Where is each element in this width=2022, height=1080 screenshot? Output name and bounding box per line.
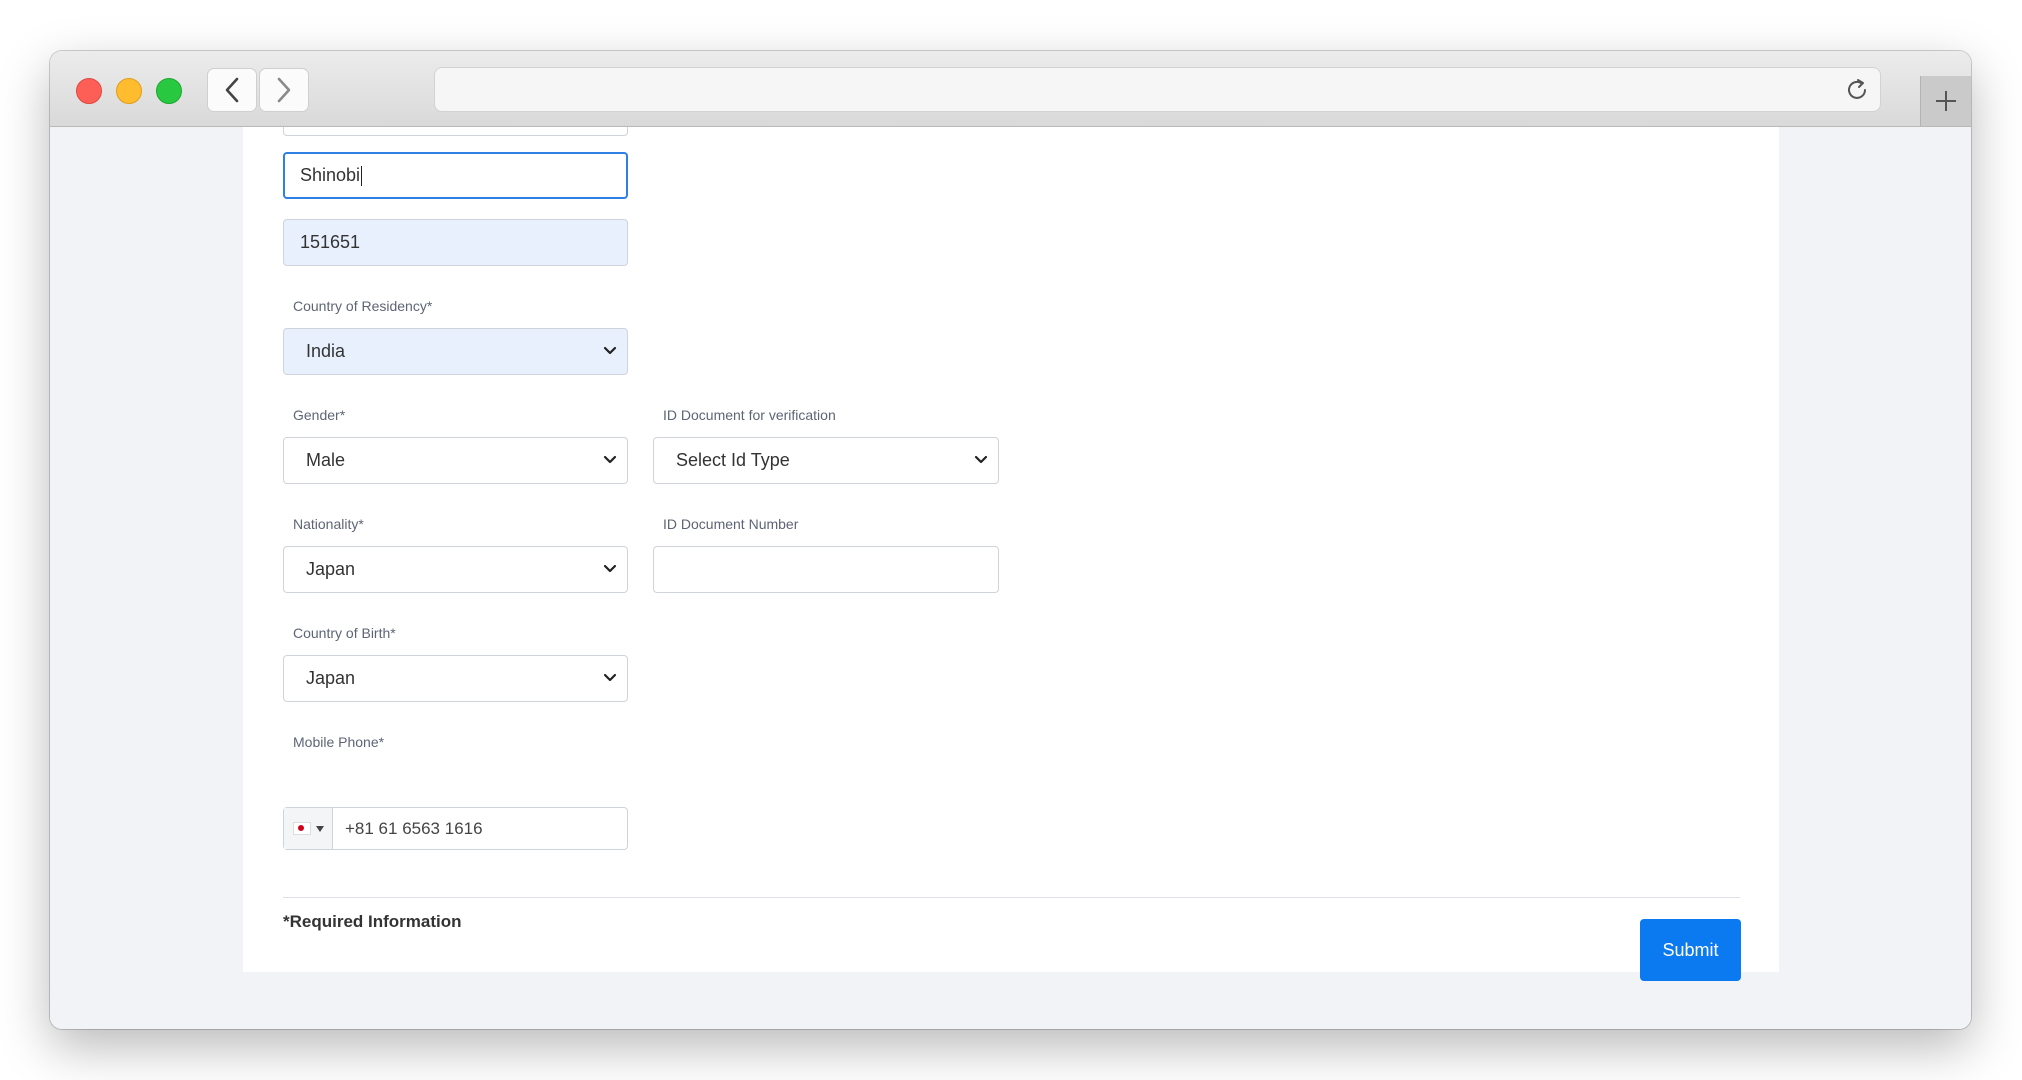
nationality-value: Japan xyxy=(306,559,356,579)
close-window-button[interactable] xyxy=(76,78,102,104)
back-button[interactable] xyxy=(207,68,257,112)
new-tab-button[interactable] xyxy=(1920,76,1971,126)
gender-select[interactable]: Male xyxy=(283,437,628,484)
mobile-phone-label: Mobile Phone* xyxy=(293,734,385,750)
id-doc-type-label: ID Document for verification xyxy=(663,407,836,423)
submit-button[interactable]: Submit xyxy=(1640,919,1741,981)
chevron-down-icon xyxy=(603,455,617,464)
residency-label: Country of Residency* xyxy=(293,298,433,314)
residency-value: India xyxy=(306,341,346,361)
chevron-down-icon xyxy=(603,346,617,355)
plus-icon xyxy=(1936,91,1956,111)
caret-down-icon xyxy=(315,825,324,832)
id-doc-type-value: Select Id Type xyxy=(676,450,790,470)
mobile-phone-input[interactable]: +81 61 6563 1616 xyxy=(283,807,628,850)
gender-label: Gender* xyxy=(293,407,346,423)
id-doc-number-input[interactable] xyxy=(653,546,999,593)
form-divider xyxy=(283,897,1740,898)
chevron-right-icon xyxy=(277,77,291,103)
mobile-phone-value: +81 61 6563 1616 xyxy=(345,818,483,838)
address-bar[interactable] xyxy=(434,67,1881,112)
nationality-select[interactable]: Japan xyxy=(283,546,628,593)
id-doc-number-label: ID Document Number xyxy=(663,516,799,532)
id-doc-type-select[interactable]: Select Id Type xyxy=(653,437,999,484)
chevron-down-icon xyxy=(974,455,988,464)
zip-code-field[interactable]: 151651 xyxy=(283,219,628,266)
chevron-down-icon xyxy=(603,673,617,682)
birth-country-value: Japan xyxy=(306,668,356,688)
minimize-window-button[interactable] xyxy=(116,78,142,104)
form-card: Shinobi 151651 Country of Residency* Ind… xyxy=(243,127,1779,981)
maximize-window-button[interactable] xyxy=(156,78,182,104)
text-caret xyxy=(361,165,363,186)
residency-select[interactable]: India xyxy=(283,328,628,375)
zip-code-value: 151651 xyxy=(300,232,361,252)
reload-icon[interactable] xyxy=(1844,77,1870,103)
country-code-dropdown[interactable] xyxy=(284,808,333,849)
page-viewport: Shinobi 151651 Country of Residency* Ind… xyxy=(50,127,1971,1029)
required-info-note: *Required Information xyxy=(283,912,462,931)
gender-value: Male xyxy=(306,450,346,470)
partial-text-field[interactable] xyxy=(283,127,628,136)
nationality-label: Nationality* xyxy=(293,516,364,532)
browser-toolbar xyxy=(50,51,1971,127)
forward-button[interactable] xyxy=(259,68,309,112)
browser-window: Shinobi 151651 Country of Residency* Ind… xyxy=(50,51,1971,1029)
birth-country-select[interactable]: Japan xyxy=(283,655,628,702)
chevron-left-icon xyxy=(225,77,239,103)
birth-country-label: Country of Birth* xyxy=(293,625,396,641)
japan-flag-icon xyxy=(292,822,311,835)
chevron-down-icon xyxy=(603,564,617,573)
last-name-field[interactable]: Shinobi xyxy=(283,152,628,199)
last-name-value: Shinobi xyxy=(300,165,361,185)
